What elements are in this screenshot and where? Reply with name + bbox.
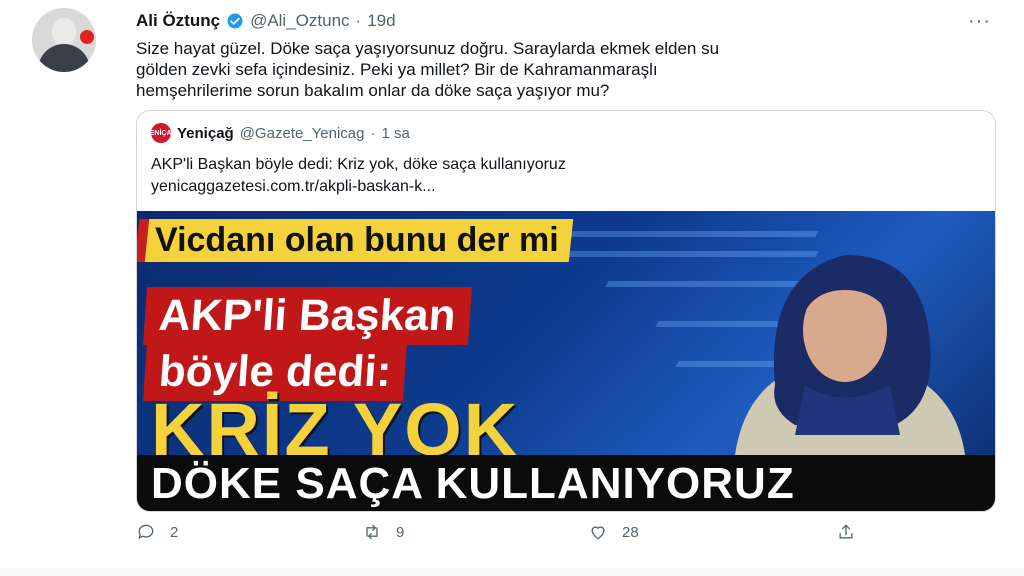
retweet-count: 9 bbox=[396, 523, 405, 541]
share-icon bbox=[839, 524, 853, 539]
quote-header: YENİÇAĞ Yeniçağ @Gazete_Yenicag · 1 sa bbox=[145, 123, 410, 143]
avatar[interactable] bbox=[32, 8, 96, 72]
separator-dot: · bbox=[355, 11, 362, 30]
tweet-header: Ali Öztunç @Ali_Oztunc · 19d bbox=[136, 10, 396, 32]
reply-count: 2 bbox=[170, 523, 179, 541]
heart-icon bbox=[591, 526, 605, 540]
more-options-icon[interactable]: ··· bbox=[968, 10, 991, 33]
share-button[interactable] bbox=[836, 522, 856, 542]
reply-button[interactable]: 2 bbox=[136, 522, 178, 542]
quote-link[interactable]: yenicaggazetesi.com.tr/akpli-baskan-k... bbox=[151, 178, 436, 196]
headline-line-5: DÖKE SAÇA KULLANIYORUZ bbox=[151, 459, 795, 508]
timestamp[interactable]: 19d bbox=[367, 11, 395, 31]
like-button[interactable]: 28 bbox=[588, 522, 639, 542]
headline-line-2: AKP'li Başkan bbox=[142, 287, 472, 345]
like-count: 28 bbox=[622, 523, 639, 541]
author-name[interactable]: Ali Öztunç bbox=[136, 11, 220, 31]
person-image bbox=[735, 255, 965, 455]
quote-author-handle[interactable]: @Gazete_Yenicag bbox=[240, 125, 365, 142]
quoted-tweet[interactable]: YENİÇAĞ Yeniçağ @Gazete_Yenicag · 1 sa A… bbox=[136, 110, 996, 512]
reply-icon bbox=[138, 524, 154, 540]
action-bar: 2 9 28 bbox=[136, 522, 876, 552]
author-handle[interactable]: @Ali_Oztunc bbox=[250, 11, 349, 31]
next-tweet-edge bbox=[0, 568, 1024, 576]
headline-banner-5: DÖKE SAÇA KULLANIYORUZ bbox=[137, 455, 995, 511]
tweet[interactable]: Ali Öztunç @Ali_Oztunc · 19d ··· Size ha… bbox=[0, 0, 1024, 576]
retweet-icon bbox=[366, 524, 378, 540]
headline-banner-1: Vicdanı olan bunu der mi bbox=[137, 219, 573, 262]
quote-author-name[interactable]: Yeniçağ bbox=[177, 125, 234, 142]
media-image[interactable]: Vicdanı olan bunu der mi AKP'li Başkan b… bbox=[137, 211, 995, 511]
headline-line-1: Vicdanı olan bunu der mi bbox=[155, 221, 559, 259]
quote-avatar[interactable]: YENİÇAĞ bbox=[145, 123, 177, 143]
quote-text: AKP'li Başkan böyle dedi: Kriz yok, döke… bbox=[151, 156, 566, 173]
quote-separator-dot: · bbox=[370, 124, 376, 142]
retweet-button[interactable]: 9 bbox=[362, 522, 404, 542]
quote-timestamp[interactable]: 1 sa bbox=[381, 125, 409, 142]
tweet-text: Size hayat güzel. Döke saça yaşıyorsunuz… bbox=[136, 39, 720, 100]
verified-badge-icon bbox=[227, 13, 243, 29]
